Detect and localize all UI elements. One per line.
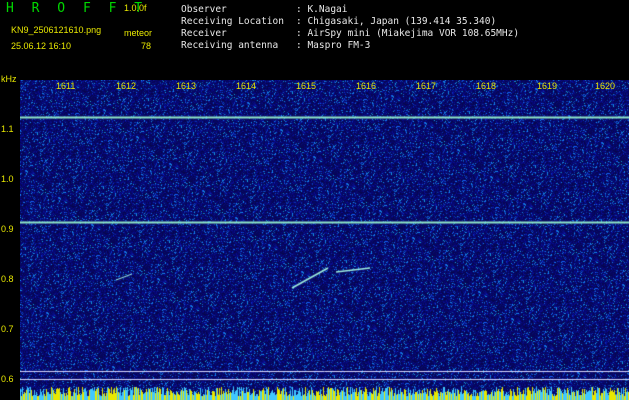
y-tick-label: 0.6 bbox=[1, 374, 14, 384]
info-value-antenna: : Maspro FM-3 bbox=[296, 40, 371, 51]
x-tick-label: 1616 bbox=[356, 81, 377, 91]
y-tick-label: 0.7 bbox=[1, 324, 14, 334]
info-key-antenna: Receiving antenna bbox=[181, 40, 279, 51]
info-key-receiver: Receiver bbox=[181, 28, 227, 39]
file-name: KN9_2506121610.png bbox=[11, 25, 102, 35]
x-tick-label: 1617 bbox=[416, 81, 437, 91]
x-tick-label: 1620 bbox=[595, 81, 616, 91]
app-version: 1.0.0f bbox=[124, 3, 147, 13]
x-tick-label: 1611 bbox=[56, 81, 76, 91]
x-tick-label: 1612 bbox=[116, 81, 137, 91]
y-tick-label: 0.9 bbox=[1, 224, 14, 234]
x-tick-label: 1619 bbox=[537, 81, 558, 91]
meteor-label: meteor bbox=[124, 28, 153, 38]
date-time: 25.06.12 16:10 bbox=[11, 41, 72, 51]
info-value-receiver: : AirSpy mini (Miakejima VOR 108.65MHz) bbox=[296, 28, 520, 39]
spectrogram-canvas bbox=[20, 80, 629, 400]
x-tick-label: 1618 bbox=[476, 81, 497, 91]
info-key-location: Receiving Location bbox=[181, 16, 284, 27]
y-tick-label: 1.0 bbox=[1, 174, 14, 184]
x-tick-label: 1614 bbox=[236, 81, 257, 91]
x-tick-label: 1613 bbox=[176, 81, 197, 91]
y-tick-label: 0.8 bbox=[1, 274, 14, 284]
info-key-observer: Observer bbox=[181, 4, 227, 15]
hrofft-window: H R O F F T 1.0.0f KN9_2506121610.png 25… bbox=[0, 0, 629, 400]
x-tick-label: 1615 bbox=[296, 81, 317, 91]
info-value-location: : Chigasaki, Japan (139.414 35.340) bbox=[296, 16, 497, 27]
frequency-unit-label: kHz bbox=[1, 74, 17, 84]
info-value-observer: : K.Nagai bbox=[296, 4, 348, 15]
y-tick-label: 1.1 bbox=[1, 124, 14, 134]
meteor-count: 78 bbox=[141, 41, 152, 51]
